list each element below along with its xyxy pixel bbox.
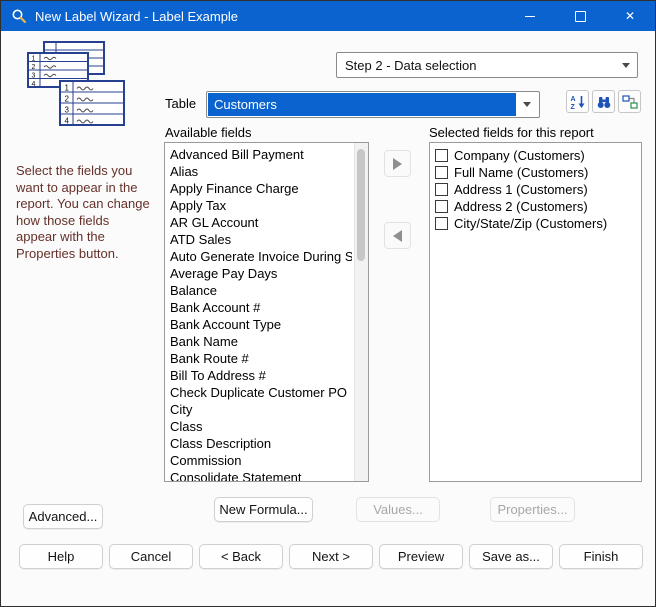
available-field-item[interactable]: Auto Generate Invoice During Shipr xyxy=(170,248,352,265)
selected-fields-label: Selected fields for this report xyxy=(429,125,594,140)
scrollbar-thumb[interactable] xyxy=(357,149,365,261)
step-selector[interactable]: Step 2 - Data selection xyxy=(336,52,638,78)
vertical-scrollbar[interactable] xyxy=(354,143,368,481)
available-field-item[interactable]: Average Pay Days xyxy=(170,265,352,282)
svg-text:Z: Z xyxy=(570,104,575,110)
join-tables-button[interactable] xyxy=(618,90,641,113)
available-field-item[interactable]: Balance xyxy=(170,282,352,299)
table-selector[interactable]: Customers xyxy=(206,91,540,118)
available-field-item[interactable]: Bank Route # xyxy=(170,350,352,367)
close-button[interactable]: ✕ xyxy=(605,1,655,31)
svg-text:4: 4 xyxy=(65,117,70,126)
field-checkbox[interactable] xyxy=(435,217,448,230)
selected-field-item[interactable]: City/State/Zip (Customers) xyxy=(435,215,636,232)
finish-button[interactable]: Finish xyxy=(559,544,643,569)
available-field-item[interactable]: Advanced Bill Payment xyxy=(170,146,352,163)
label-stack-icon: 1 2 3 4 1 2 3 4 xyxy=(27,41,125,136)
available-field-item[interactable]: Bill To Address # xyxy=(170,367,352,384)
selected-fields-list[interactable]: Company (Customers) Full Name (Customers… xyxy=(429,142,642,482)
available-field-item[interactable]: City xyxy=(170,401,352,418)
available-field-item[interactable]: Commission xyxy=(170,452,352,469)
available-fields-items: Advanced Bill Payment Alias Apply Financ… xyxy=(170,146,352,481)
available-field-item[interactable]: Bank Account Type xyxy=(170,316,352,333)
available-field-item[interactable]: Alias xyxy=(170,163,352,180)
svg-text:3: 3 xyxy=(65,106,70,115)
field-checkbox[interactable] xyxy=(435,200,448,213)
selected-field-label: Address 1 (Customers) xyxy=(454,182,588,197)
chevron-down-icon[interactable] xyxy=(615,53,637,77)
available-field-item[interactable]: Apply Tax xyxy=(170,197,352,214)
arrow-left-icon xyxy=(393,229,402,242)
available-field-item[interactable]: Bank Account # xyxy=(170,299,352,316)
selected-field-item[interactable]: Address 2 (Customers) xyxy=(435,198,636,215)
next-button[interactable]: Next > xyxy=(289,544,373,569)
svg-text:3: 3 xyxy=(32,73,36,80)
help-button[interactable]: Help xyxy=(19,544,103,569)
maximize-icon xyxy=(574,10,586,22)
available-field-item[interactable]: ATD Sales xyxy=(170,231,352,248)
field-checkbox[interactable] xyxy=(435,166,448,179)
svg-text:A: A xyxy=(570,96,575,103)
selected-field-item[interactable]: Full Name (Customers) xyxy=(435,164,636,181)
svg-text:1: 1 xyxy=(65,84,70,93)
chevron-down-icon[interactable] xyxy=(516,93,538,116)
cancel-button[interactable]: Cancel xyxy=(109,544,193,569)
svg-text:2: 2 xyxy=(65,95,70,104)
wizard-window: New Label Wizard - Label Example ✕ Step … xyxy=(0,0,656,607)
available-field-item[interactable]: Bank Name xyxy=(170,333,352,350)
selected-field-label: City/State/Zip (Customers) xyxy=(454,216,608,231)
save-as-button[interactable]: Save as... xyxy=(469,544,553,569)
join-tables-icon xyxy=(621,94,638,109)
move-left-button[interactable] xyxy=(384,222,411,249)
close-icon: ✕ xyxy=(624,9,636,23)
preview-button[interactable]: Preview xyxy=(379,544,463,569)
selected-field-label: Full Name (Customers) xyxy=(454,165,589,180)
step-selector-value: Step 2 - Data selection xyxy=(345,57,477,73)
move-right-button[interactable] xyxy=(384,150,411,177)
selected-field-item[interactable]: Company (Customers) xyxy=(435,147,636,164)
svg-text:4: 4 xyxy=(32,81,36,88)
selected-fields-items: Company (Customers) Full Name (Customers… xyxy=(435,147,636,232)
wizard-description: Select the fields you want to appear in … xyxy=(16,163,150,261)
binoculars-icon xyxy=(597,96,610,108)
new-formula-button[interactable]: New Formula... xyxy=(214,497,313,522)
selected-field-label: Address 2 (Customers) xyxy=(454,199,588,214)
available-field-item[interactable]: Apply Finance Charge xyxy=(170,180,352,197)
svg-text:2: 2 xyxy=(32,64,36,71)
arrow-right-icon xyxy=(393,157,402,170)
app-icon xyxy=(11,8,27,24)
table-selector-value: Customers xyxy=(208,93,516,116)
field-checkbox[interactable] xyxy=(435,183,448,196)
back-button[interactable]: < Back xyxy=(199,544,283,569)
svg-text:1: 1 xyxy=(32,56,36,63)
sort-button[interactable]: A Z xyxy=(566,90,589,113)
window-title: New Label Wizard - Label Example xyxy=(35,8,239,24)
selected-field-label: Company (Customers) xyxy=(454,148,585,163)
available-field-item[interactable]: Class xyxy=(170,418,352,435)
find-button[interactable] xyxy=(592,90,615,113)
window-controls: ✕ xyxy=(505,1,655,31)
available-field-item[interactable]: Class Description xyxy=(170,435,352,452)
properties-button: Properties... xyxy=(490,497,575,522)
available-field-item[interactable]: Check Duplicate Customer PO xyxy=(170,384,352,401)
selected-field-item[interactable]: Address 1 (Customers) xyxy=(435,181,636,198)
available-fields-list[interactable]: Advanced Bill Payment Alias Apply Financ… xyxy=(164,142,369,482)
title-bar: New Label Wizard - Label Example ✕ xyxy=(1,1,655,31)
available-field-item[interactable]: Consolidate Statement xyxy=(170,469,352,481)
field-checkbox[interactable] xyxy=(435,149,448,162)
advanced-button[interactable]: Advanced... xyxy=(23,504,103,529)
values-button: Values... xyxy=(356,497,440,522)
sort-az-icon: A Z xyxy=(570,95,584,110)
minimize-icon xyxy=(525,15,535,17)
minimize-button[interactable] xyxy=(505,1,555,31)
maximize-button[interactable] xyxy=(555,1,605,31)
available-field-item[interactable]: AR GL Account xyxy=(170,214,352,231)
available-fields-label: Available fields xyxy=(165,125,252,140)
table-label: Table xyxy=(165,96,197,111)
